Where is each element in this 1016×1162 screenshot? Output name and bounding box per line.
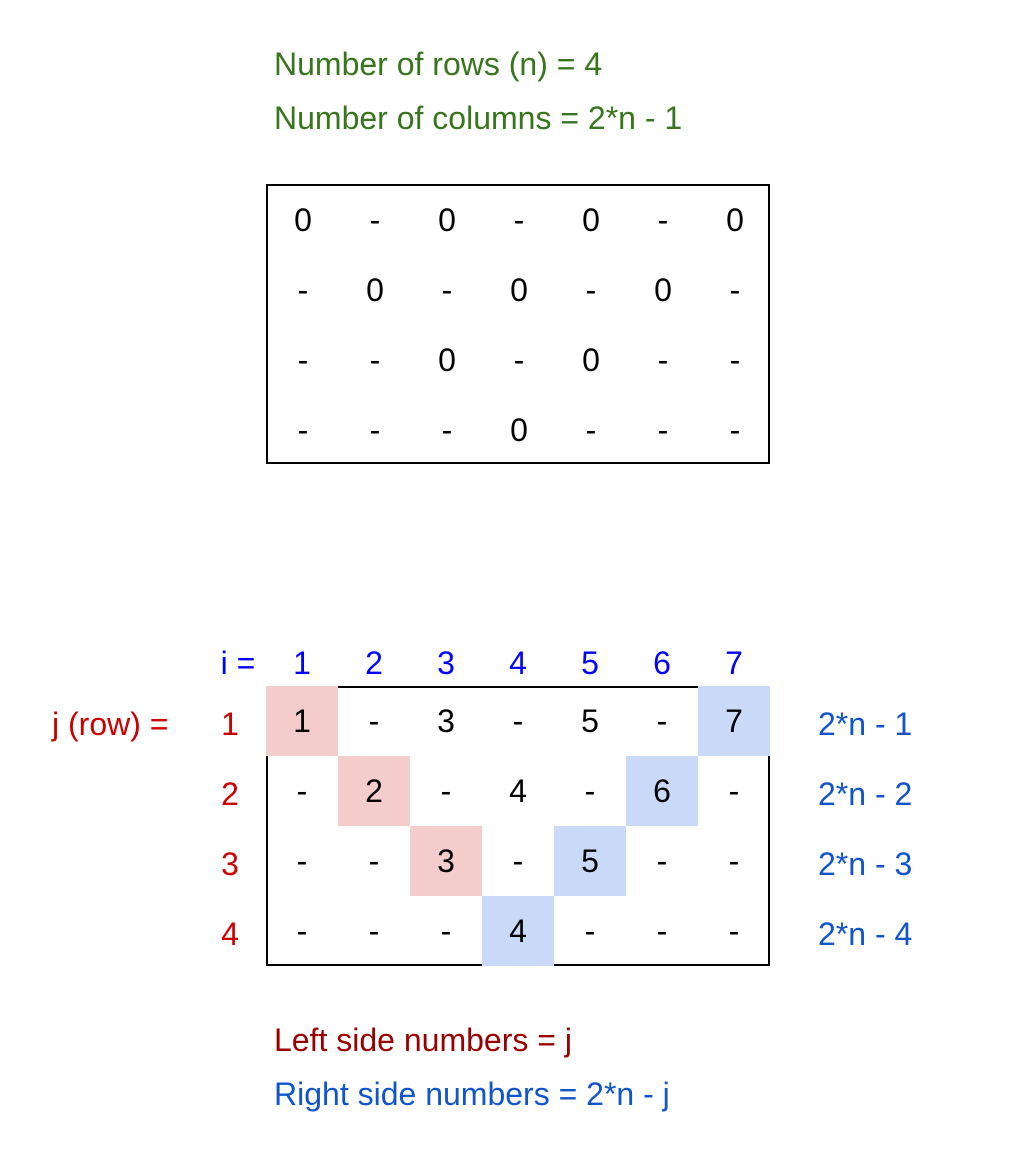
row-index: 1 xyxy=(221,706,239,742)
j-label: j (row) = xyxy=(52,706,169,742)
grid-cell: - xyxy=(728,772,740,809)
column-index: 4 xyxy=(509,645,527,681)
grid-cell: 4 xyxy=(509,772,527,809)
column-index: 6 xyxy=(653,645,671,681)
row-index: 2 xyxy=(221,776,239,812)
grid-cell: - xyxy=(368,702,380,739)
grid-cell: 3 xyxy=(437,702,455,739)
right-side-cell: 5 xyxy=(554,826,626,896)
grid-cell: - xyxy=(656,842,668,879)
column-index: 2 xyxy=(365,645,383,681)
grid-cell: - xyxy=(656,912,668,949)
grid-cell: - xyxy=(656,702,668,739)
grid-cell: - xyxy=(584,912,596,949)
column-index: 7 xyxy=(725,645,743,681)
pattern-grid-annotated: 1-3-5-7-2-4-6---3-5-----4--- xyxy=(266,686,770,966)
grid-cell: - xyxy=(512,702,524,739)
column-index: 5 xyxy=(581,645,599,681)
grid-cell: - xyxy=(296,842,308,879)
grid-cell: - xyxy=(368,842,380,879)
left-side-cell: 3 xyxy=(410,826,482,896)
column-index: 1 xyxy=(293,645,311,681)
grid-cell: - xyxy=(512,842,524,879)
row-index: 3 xyxy=(221,846,239,882)
grid-cell: 5 xyxy=(581,702,599,739)
grid-cell: - xyxy=(296,912,308,949)
row-max-formula: 2*n - 2 xyxy=(818,776,913,812)
right-side-cell: 6 xyxy=(626,756,698,826)
right-side-cell: 4 xyxy=(482,896,554,966)
row-max-formula: 2*n - 1 xyxy=(818,706,913,742)
right-side-cell: 7 xyxy=(698,686,770,756)
grid-indices: i = j (row) = 1 2 3 4 5 6 7 1 2 3 4 2*n - 1 2*n - 22… xyxy=(0,0,1016,1162)
grid-cell: - xyxy=(584,772,596,809)
grid-cell: - xyxy=(296,772,308,809)
row-index: 4 xyxy=(221,916,239,952)
grid-cell: - xyxy=(728,842,740,879)
left-side-cell: 2 xyxy=(338,756,410,826)
i-label: i = xyxy=(220,645,256,681)
left-side-cell: 1 xyxy=(266,686,338,756)
right-side-rule: Right side numbers = 2*n - j xyxy=(274,1076,670,1112)
row-max-formula: 2*n - 3 xyxy=(818,846,913,882)
grid-cell: - xyxy=(728,912,740,949)
grid-cell: - xyxy=(368,912,380,949)
row-max-formula: 2*n - 4 xyxy=(818,916,913,952)
grid-cell: - xyxy=(440,772,452,809)
left-side-rule: Left side numbers = j xyxy=(274,1022,572,1058)
column-index: 3 xyxy=(437,645,455,681)
grid-cell: - xyxy=(440,912,452,949)
